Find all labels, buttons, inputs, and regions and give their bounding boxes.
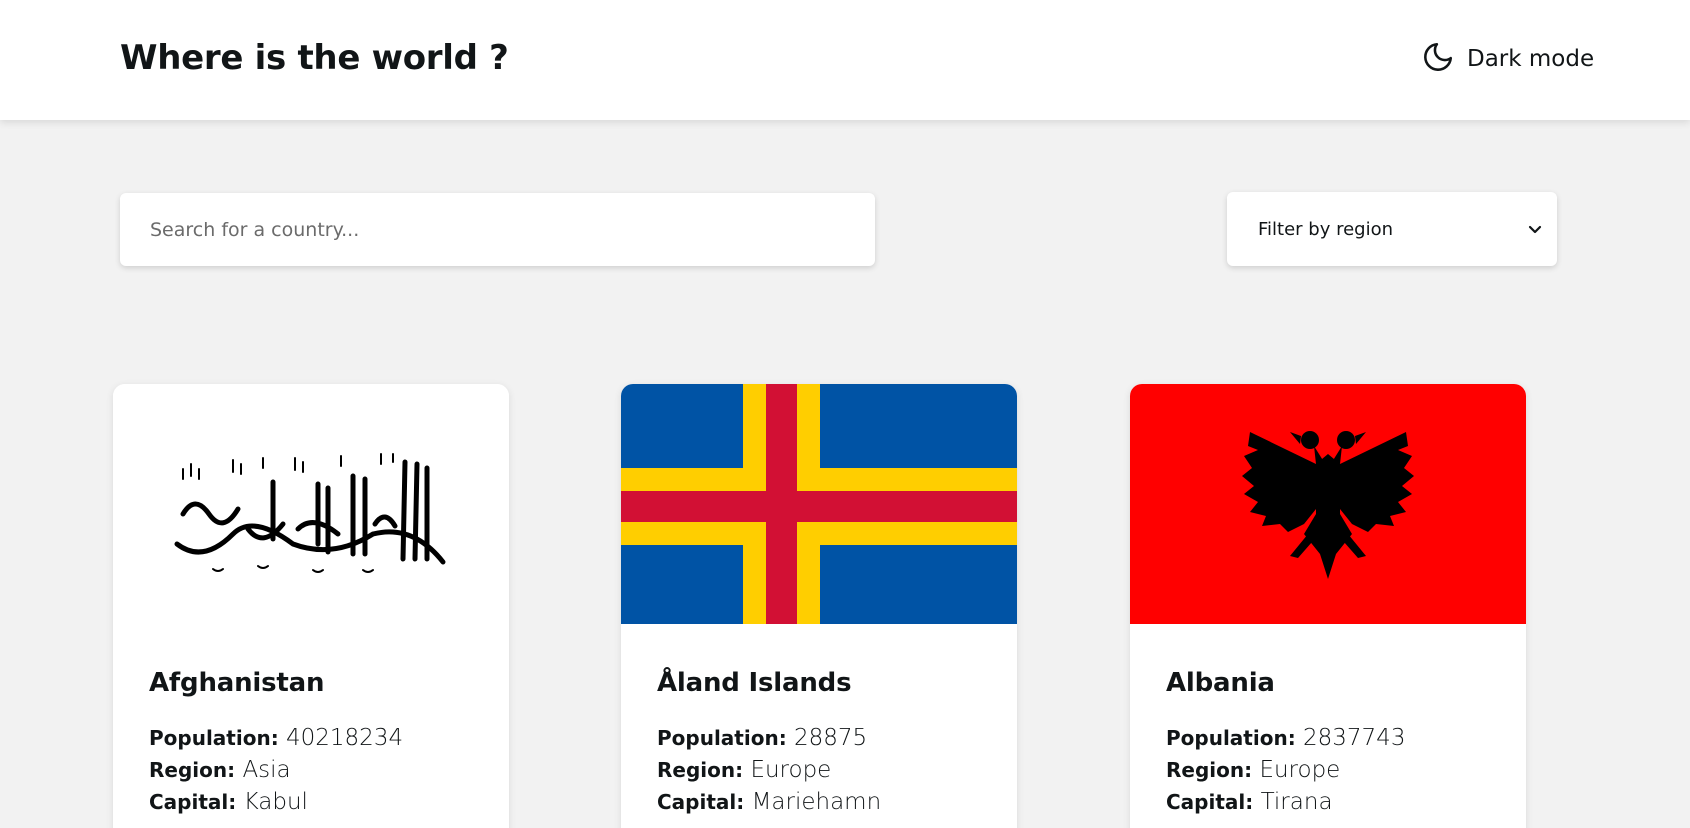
country-card[interactable]: Afghanistan Population: 40218234 Region:… xyxy=(113,384,509,828)
capital-label: Capital: xyxy=(149,790,237,814)
country-name: Åland Islands xyxy=(657,668,852,698)
country-name: Afghanistan xyxy=(149,668,325,698)
region-label: Region: xyxy=(1166,758,1253,782)
population-label: Population: xyxy=(1166,726,1296,750)
capital-label: Capital: xyxy=(1166,790,1254,814)
population-value: 28875 xyxy=(794,725,868,751)
capital-label: Capital: xyxy=(657,790,745,814)
region-value: Europe xyxy=(750,757,832,783)
dark-mode-label: Dark mode xyxy=(1467,46,1595,72)
aland-islands-flag xyxy=(621,384,1017,624)
site-header: Where is the world ? Dark mode xyxy=(0,0,1690,120)
capital-row: Capital: Tirana xyxy=(1166,786,1490,818)
country-card[interactable]: Albania Population: 2837743 Region: Euro… xyxy=(1130,384,1526,828)
site-title: Where is the world ? xyxy=(120,38,509,78)
region-filter-label: Filter by region xyxy=(1258,218,1394,240)
country-card[interactable]: Åland Islands Population: 28875 Region: … xyxy=(621,384,1017,828)
capital-value: Kabul xyxy=(243,789,308,815)
chevron-down-icon xyxy=(1527,221,1543,237)
population-value: 2837743 xyxy=(1303,725,1406,751)
search-box xyxy=(120,193,875,266)
country-name: Albania xyxy=(1166,668,1275,698)
region-label: Region: xyxy=(149,758,236,782)
population-label: Population: xyxy=(149,726,279,750)
region-label: Region: xyxy=(657,758,744,782)
region-row: Region: Europe xyxy=(657,754,981,786)
capital-row: Capital: Kabul xyxy=(149,786,473,818)
region-row: Region: Asia xyxy=(149,754,473,786)
population-label: Population: xyxy=(657,726,787,750)
region-value: Europe xyxy=(1259,757,1341,783)
region-value: Asia xyxy=(242,757,291,783)
moon-icon xyxy=(1421,40,1455,78)
region-row: Region: Europe xyxy=(1166,754,1490,786)
population-row: Population: 28875 xyxy=(657,722,981,754)
population-row: Population: 40218234 xyxy=(149,722,473,754)
population-value: 40218234 xyxy=(286,725,404,751)
capital-row: Capital: Mariehamn xyxy=(657,786,981,818)
search-input[interactable] xyxy=(120,193,875,266)
albania-flag xyxy=(1130,384,1526,624)
capital-value: Mariehamn xyxy=(751,789,882,815)
region-filter-select[interactable]: Filter by region xyxy=(1227,192,1557,266)
population-row: Population: 2837743 xyxy=(1166,722,1490,754)
dark-mode-toggle[interactable]: Dark mode xyxy=(1421,40,1594,78)
capital-value: Tirana xyxy=(1260,789,1333,815)
afghanistan-flag xyxy=(113,384,509,624)
